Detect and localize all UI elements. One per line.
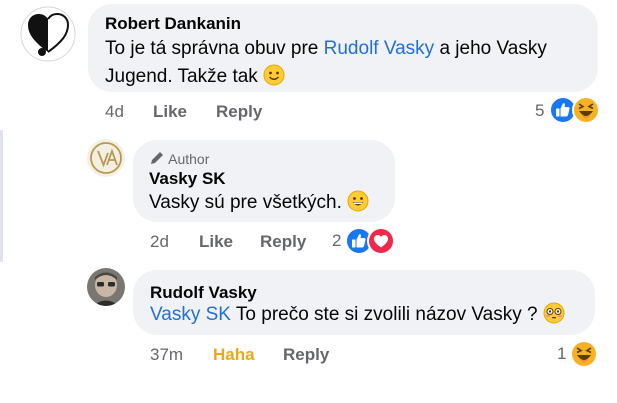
comment-text-line-1: To je tá správna obuv pre Rudolf Vasky a… (105, 34, 547, 64)
haha-icon (572, 96, 600, 124)
mention-link[interactable]: Vasky SK (150, 304, 231, 325)
comment-bubble: Author Vasky SK Vasky sú pre všetkých. (133, 140, 395, 222)
profile-photo-icon (87, 268, 125, 306)
reply-button[interactable]: Reply (216, 102, 262, 122)
avatar[interactable] (20, 6, 76, 62)
comment-author[interactable]: Robert Dankanin (105, 14, 241, 34)
author-badge-label: Author (168, 151, 210, 167)
reply-button[interactable]: Reply (260, 232, 306, 252)
comment-text: Vasky sú pre všetkých. (149, 192, 342, 213)
comment-bubble: Rudolf Vasky Vasky SK To prečo ste si zv… (133, 270, 595, 335)
reactions-summary[interactable] (549, 96, 603, 124)
reactions-summary[interactable] (345, 227, 399, 255)
reaction-count[interactable]: 2 (332, 231, 341, 251)
comment-bubble: Robert Dankanin To je tá správna obuv pr… (88, 4, 598, 92)
haha-reaction-button[interactable]: Haha (213, 345, 255, 365)
comment-text: a jeho Vasky (434, 38, 547, 59)
reply-thread-line (0, 130, 3, 262)
love-icon (367, 227, 395, 255)
comment-author[interactable]: Vasky SK (149, 169, 226, 189)
haha-icon (570, 340, 598, 368)
comment-text: Jugend. Takže tak (105, 66, 258, 87)
comment-timestamp[interactable]: 37m (150, 345, 183, 365)
comment-text: To prečo ste si zvolili názov Vasky ? (230, 304, 538, 325)
comment-text: To je tá správna obuv pre (105, 38, 324, 59)
comment-text-line: Vasky SK To prečo ste si zvolili názov V… (150, 300, 565, 330)
comment-text-line-2: Jugend. Takže tak (105, 62, 285, 92)
comment-timestamp[interactable]: 4d (105, 102, 124, 122)
grinning-face-icon (347, 190, 369, 212)
slightly-smiling-face-icon (263, 64, 285, 86)
reaction-count[interactable]: 1 (557, 344, 566, 364)
avatar[interactable] (87, 139, 125, 177)
like-button[interactable]: Like (199, 232, 233, 252)
avatar[interactable] (87, 268, 125, 306)
like-button[interactable]: Like (153, 102, 187, 122)
comment-text-line: Vasky sú pre všetkých. (149, 188, 369, 218)
mention-link[interactable]: Rudolf Vasky (324, 38, 435, 59)
author-badge: Author (149, 150, 209, 167)
flushed-face-icon (543, 302, 565, 324)
reactions-summary[interactable] (570, 340, 598, 368)
vasky-logo-icon (87, 139, 125, 177)
reply-button[interactable]: Reply (283, 345, 329, 365)
heart-avatar-icon (20, 6, 76, 62)
comment-timestamp[interactable]: 2d (150, 232, 169, 252)
reaction-count[interactable]: 5 (535, 101, 544, 121)
pencil-icon (151, 152, 163, 164)
